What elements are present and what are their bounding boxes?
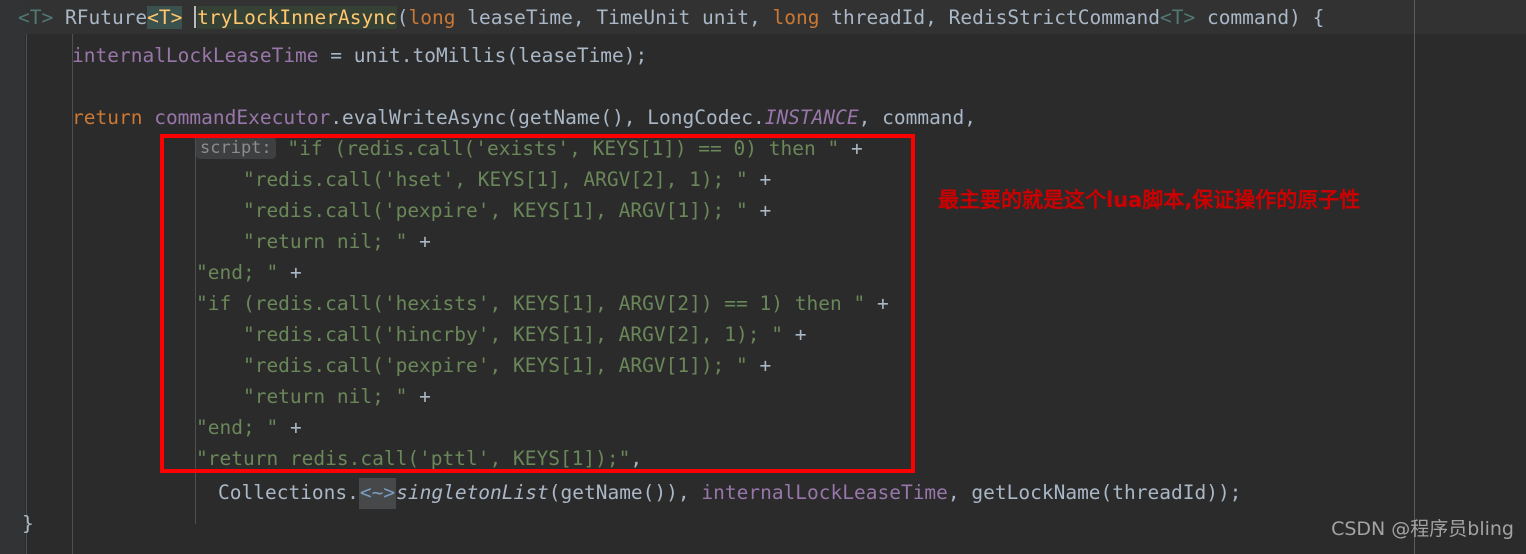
lua-plus-3: +: [419, 230, 431, 253]
lua-plus-4: +: [289, 261, 302, 284]
sig-space-3: [455, 6, 467, 29]
sig-method-name[interactable]: tryLockInnerAsync: [197, 6, 397, 29]
code-line-signature[interactable]: <T> RFuture<T> tryLockInnerAsync(long le…: [18, 3, 1324, 33]
lua-string-9: "end; ": [196, 416, 279, 439]
lua-1-gap: [748, 168, 760, 191]
lua-7-gap: [748, 354, 760, 377]
lua-3-gap: [407, 230, 419, 253]
sig-param3-name: threadId,: [831, 6, 937, 29]
lua-string-5: "if (redis.call('hexists', KEYS[1], ARGV…: [196, 292, 866, 315]
sig-space-8: [937, 6, 949, 29]
lua-string-10: "return redis.call('pttl', KEYS[1]);": [196, 447, 631, 470]
lua-9-gap: [278, 416, 290, 439]
code-line-lua-7[interactable]: "redis.call('pexpire', KEYS[1], ARGV[1])…: [196, 351, 771, 381]
lua-string-7: "redis.call('pexpire', KEYS[1], ARGV[1])…: [196, 354, 748, 377]
lua-plus-2: +: [759, 199, 772, 222]
code-line-last-arg[interactable]: Collections.<~>singletonList(getName()),…: [218, 478, 1242, 509]
lua-5-gap: [865, 292, 877, 315]
sig-space-2: [182, 6, 194, 29]
sig-space-9: [1195, 6, 1207, 29]
sig-param2-type: TimeUnit: [596, 6, 691, 29]
sig-generic-arg: <T>: [147, 6, 183, 29]
lua-string-1: "redis.call('hset', KEYS[1], ARGV[2], 1)…: [196, 168, 748, 191]
lua-0-space: [276, 137, 288, 160]
assign-field: internalLockLeaseTime: [72, 44, 319, 67]
code-line-assign[interactable]: internalLockLeaseTime = unit.toMillis(le…: [72, 41, 647, 71]
sig-param4-name: command): [1206, 6, 1301, 29]
sig-space-6: [761, 6, 773, 29]
sig-brace-open: {: [1312, 6, 1325, 29]
lua-string-2: "redis.call('pexpire', KEYS[1], ARGV[1])…: [196, 199, 748, 222]
lua-plus-0: +: [850, 137, 863, 160]
return-dot-method: .evalWriteAsync(getName(), LongCodec.: [330, 106, 765, 129]
code-line-lua-9[interactable]: "end; " +: [196, 413, 302, 443]
return-static-field: INSTANCE: [764, 106, 859, 129]
sig-space-7: [819, 6, 831, 29]
code-line-lua-6[interactable]: "redis.call('hincrby', KEYS[1], ARGV[2],…: [196, 320, 807, 350]
sig-param3-type: long: [772, 6, 820, 29]
sig-param1-type: long: [408, 6, 456, 29]
lua-4-gap: [278, 261, 290, 284]
lua-plus-7: +: [759, 354, 772, 377]
last-arg-comma: ,: [947, 481, 972, 504]
code-line-lua-1[interactable]: "redis.call('hset', KEYS[1], ARGV[2], 1)…: [196, 165, 771, 195]
code-editor-screenshot: <T> RFuture<T> tryLockInnerAsync(long le…: [0, 0, 1526, 554]
code-line-lua-2[interactable]: "redis.call('pexpire', KEYS[1], ARGV[1])…: [196, 196, 771, 226]
sig-space-4: [585, 6, 597, 29]
last-arg-method: singletonList: [396, 481, 549, 504]
csdn-watermark: CSDN @程序员bling: [1331, 517, 1514, 540]
lua-plus-5: +: [876, 292, 889, 315]
lua-plus-8: +: [419, 385, 431, 408]
lua-10-comma: ,: [630, 447, 643, 470]
lua-string-3: "return nil; ": [196, 230, 408, 253]
last-arg-prefix: Collections.: [218, 481, 359, 504]
lua-string-8: "return nil; ": [196, 385, 408, 408]
code-line-lua-0[interactable]: script: "if (redis.call('exists', KEYS[1…: [196, 134, 863, 164]
code-line-lua-5[interactable]: "if (redis.call('hexists', KEYS[1], ARGV…: [196, 289, 889, 319]
annotation-note-text: 最主要的就是这个lua脚本,保证操作的原子性: [938, 188, 1361, 212]
sig-type-param-open: <T>: [18, 6, 54, 29]
lua-string-4: "end; ": [196, 261, 279, 284]
return-space: [142, 106, 154, 129]
lua-string-0: "if (redis.call('exists', KEYS[1]) == 0)…: [287, 137, 840, 160]
sig-return-type: RFuture: [64, 6, 148, 29]
lua-0-gap: [839, 137, 851, 160]
lua-plus-1: +: [759, 168, 772, 191]
code-line-return[interactable]: return commandExecutor.evalWriteAsync(ge…: [72, 103, 976, 133]
last-arg-call: getLockName: [971, 481, 1101, 504]
code-line-lua-10[interactable]: "return redis.call('pttl', KEYS[1]);",: [196, 444, 642, 474]
return-receiver: commandExecutor: [154, 106, 331, 129]
lua-2-gap: [748, 199, 760, 222]
lua-6-gap: [783, 323, 795, 346]
return-tail: , command,: [858, 106, 977, 129]
lua-string-6: "redis.call('hincrby', KEYS[1], ARGV[2],…: [196, 323, 783, 346]
code-text-layer[interactable]: <T> RFuture<T> tryLockInnerAsync(long le…: [0, 0, 1526, 554]
last-arg-mid: (getName()),: [548, 481, 702, 504]
sig-space-10: [1301, 6, 1313, 29]
folded-generic-icon[interactable]: <~>: [358, 478, 397, 509]
lua-8-gap: [407, 385, 419, 408]
closing-brace: }: [22, 512, 34, 535]
sig-space-5: [690, 6, 702, 29]
lua-plus-6: +: [794, 323, 807, 346]
sig-param1-name: leaseTime,: [467, 6, 585, 29]
sig-param4-type: RedisStrictCommand: [948, 6, 1160, 29]
sig-space-1: [53, 6, 65, 29]
text-caret: [194, 6, 197, 28]
sig-param4-generic: <T>: [1159, 6, 1196, 29]
code-line-lua-4[interactable]: "end; " +: [196, 258, 302, 288]
last-arg-tail: (threadId));: [1100, 481, 1242, 504]
last-arg-field: internalLockLeaseTime: [701, 481, 948, 504]
code-line-closing-brace[interactable]: }: [22, 509, 34, 539]
code-line-lua-8[interactable]: "return nil; " +: [196, 382, 431, 412]
sig-paren-open: (: [396, 6, 409, 29]
assign-rest: = unit.toMillis(leaseTime);: [318, 44, 648, 67]
lua-plus-9: +: [289, 416, 302, 439]
code-line-lua-3[interactable]: "return nil; " +: [196, 227, 431, 257]
inlay-hint-script: script:: [196, 137, 276, 159]
sig-param2-name: unit,: [702, 6, 761, 29]
return-keyword: return: [72, 106, 143, 129]
